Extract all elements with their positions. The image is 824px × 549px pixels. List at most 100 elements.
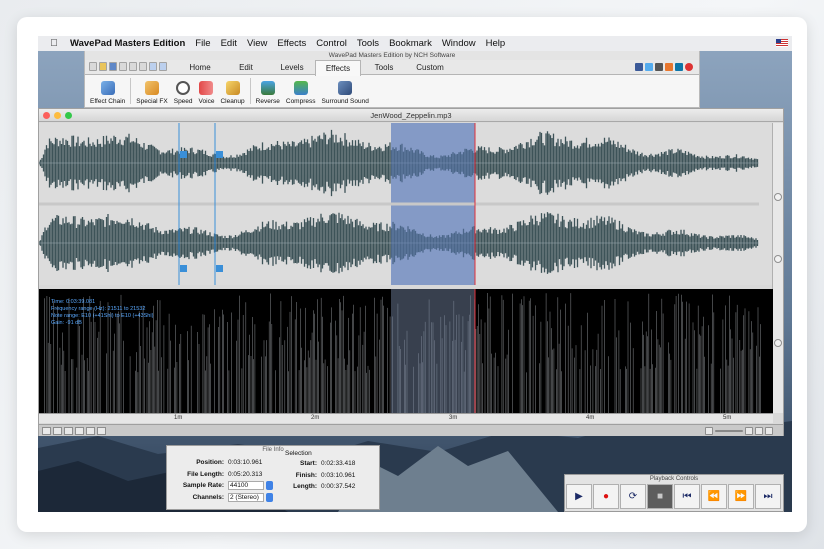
voice-label: Voice: [198, 98, 215, 105]
zoom-full-icon[interactable]: [765, 427, 773, 435]
zoom-out-vertical-icon[interactable]: [774, 255, 782, 263]
twitter-icon[interactable]: [645, 63, 653, 71]
tab-effects[interactable]: Effects: [315, 60, 361, 76]
linkedin-icon[interactable]: [675, 63, 683, 71]
apple-menu-icon[interactable]: : [44, 38, 64, 49]
tab-edit[interactable]: Edit: [223, 60, 269, 75]
zoom-in-icon[interactable]: [745, 427, 753, 435]
record-button[interactable]: ●: [593, 484, 619, 509]
toolbar-separator: [130, 78, 132, 104]
go-to-end-button[interactable]: ⏭: [755, 484, 781, 509]
finish-value[interactable]: 0:03:10.961: [321, 472, 357, 479]
zoom-in-spectrum-icon[interactable]: [774, 339, 782, 347]
file-length-value: 0:05:20.313: [228, 470, 263, 478]
finish-label: Finish:: [295, 471, 317, 479]
surround-sound-button[interactable]: Surround Sound: [319, 75, 372, 107]
quick-access-toolbar: [89, 62, 167, 71]
timeline-label-4m: 4m: [586, 415, 595, 421]
zoom-selection-icon[interactable]: [755, 427, 763, 435]
tab-home[interactable]: Home: [177, 60, 223, 75]
tab-tools[interactable]: Tools: [361, 60, 407, 75]
start-label: Start:: [300, 460, 317, 468]
go-to-start-button[interactable]: ⏮: [674, 484, 700, 509]
menu-tools[interactable]: Tools: [357, 38, 379, 49]
cleanup-button[interactable]: Cleanup: [217, 75, 247, 107]
play-button[interactable]: ▶: [566, 484, 592, 509]
fit-selection-icon[interactable]: [64, 427, 73, 435]
channels-select[interactable]: 2 (Stereo): [228, 492, 264, 502]
open-file-icon[interactable]: [99, 62, 107, 71]
help-ring-icon[interactable]: [685, 63, 693, 71]
undo-icon[interactable]: [149, 62, 157, 71]
app-menu[interactable]: WavePad Masters Edition: [70, 38, 185, 49]
ribbon-tabs: Home Edit Levels Effects Tools Custom: [177, 60, 453, 76]
start-value[interactable]: 0:02:33.418: [321, 460, 357, 467]
loop-button[interactable]: ⟳: [620, 484, 646, 509]
sample-rate-select[interactable]: 44100: [228, 481, 264, 491]
selection-length-value[interactable]: 0:00:37.542: [321, 483, 357, 490]
speed-button[interactable]: Speed: [171, 75, 196, 107]
channels-stepper-icon[interactable]: [266, 492, 273, 502]
special-fx-icon: [145, 81, 160, 95]
zoom-in-vertical-icon[interactable]: [774, 193, 782, 201]
special-fx-label: Special FX: [136, 98, 168, 105]
menu-file[interactable]: File: [195, 38, 210, 49]
pencil-tool-icon[interactable]: [42, 427, 51, 435]
menu-effects[interactable]: Effects: [277, 38, 306, 49]
speed-gauge-icon: [176, 81, 191, 95]
zoom-window-icon[interactable]: [65, 112, 72, 119]
social-links: [635, 63, 693, 71]
fit-wave-icon[interactable]: [53, 427, 62, 435]
input-source-flag-icon[interactable]: [776, 39, 788, 47]
minimize-window-icon[interactable]: [54, 112, 61, 119]
sample-rate-stepper-icon[interactable]: [266, 481, 273, 491]
close-window-icon[interactable]: [43, 112, 50, 119]
ribbon-window-title: WavePad Masters Edition by NCH Software: [85, 51, 699, 60]
audio-editor-window: JenWood_Zeppelin.mp3 Time: 0:03:39.081 F…: [38, 108, 784, 436]
loop-tool-icon[interactable]: [97, 427, 106, 435]
mac-menubar:  WavePad Masters Edition File Edit View…: [38, 36, 792, 51]
special-fx-button[interactable]: Special FX: [133, 75, 170, 107]
menu-help[interactable]: Help: [486, 38, 506, 49]
effect-chain-label: Effect Chain: [90, 98, 126, 105]
tab-custom[interactable]: Custom: [407, 60, 453, 75]
vertical-zoom-bar[interactable]: [772, 123, 783, 413]
redo-icon[interactable]: [159, 62, 167, 71]
menu-control[interactable]: Control: [316, 38, 347, 49]
selection-info: Selection Start: 0:02:33.418 Finish: 0:03:…: [279, 450, 357, 493]
menu-edit[interactable]: Edit: [221, 38, 237, 49]
zoom-out-icon[interactable]: [705, 427, 713, 435]
paste-icon[interactable]: [139, 62, 147, 71]
reverse-label: Reverse: [255, 98, 280, 105]
go-to-start-icon: ⏮: [682, 491, 692, 502]
selection-length-label: Length:: [293, 483, 317, 491]
spectrum-toggle-icon[interactable]: [75, 427, 84, 435]
readout-gain: Gain: -91 dB: [51, 320, 82, 326]
fast-forward-button[interactable]: ⏩: [728, 484, 754, 509]
voice-button[interactable]: Voice: [196, 75, 218, 107]
rewind-button[interactable]: ⏪: [701, 484, 727, 509]
menu-window[interactable]: Window: [442, 38, 476, 49]
save-icon[interactable]: [109, 62, 117, 71]
timeline-ruler[interactable]: 1m 2m 3m 4m 5m: [39, 413, 773, 423]
reverse-button[interactable]: Reverse: [253, 75, 283, 107]
facebook-icon[interactable]: [635, 63, 643, 71]
effect-chain-button[interactable]: Effect Chain: [87, 75, 128, 107]
cut-icon[interactable]: [119, 62, 127, 71]
spectrogram-view[interactable]: Time: 0:03:39.081 Frequency range (Hz): …: [39, 289, 773, 413]
zoom-slider[interactable]: [715, 430, 743, 432]
waveform-view[interactable]: [39, 123, 773, 285]
copy-icon[interactable]: [129, 62, 137, 71]
file-title: JenWood_Zeppelin.mp3: [370, 111, 452, 120]
playback-controls-panel: Playback Controls ▶ ● ⟳ ■ ⏮ ⏪ ⏩ ⏭: [564, 474, 784, 512]
menu-bookmark[interactable]: Bookmark: [389, 38, 432, 49]
new-file-icon[interactable]: [89, 62, 97, 71]
compress-button[interactable]: Compress: [283, 75, 319, 107]
blog-icon[interactable]: [665, 63, 673, 71]
scrub-tool-icon[interactable]: [86, 427, 95, 435]
tab-levels[interactable]: Levels: [269, 60, 315, 75]
menu-view[interactable]: View: [247, 38, 267, 49]
view-tools: [42, 427, 106, 435]
youtube-icon[interactable]: [655, 63, 663, 71]
stop-button[interactable]: ■: [647, 484, 673, 509]
